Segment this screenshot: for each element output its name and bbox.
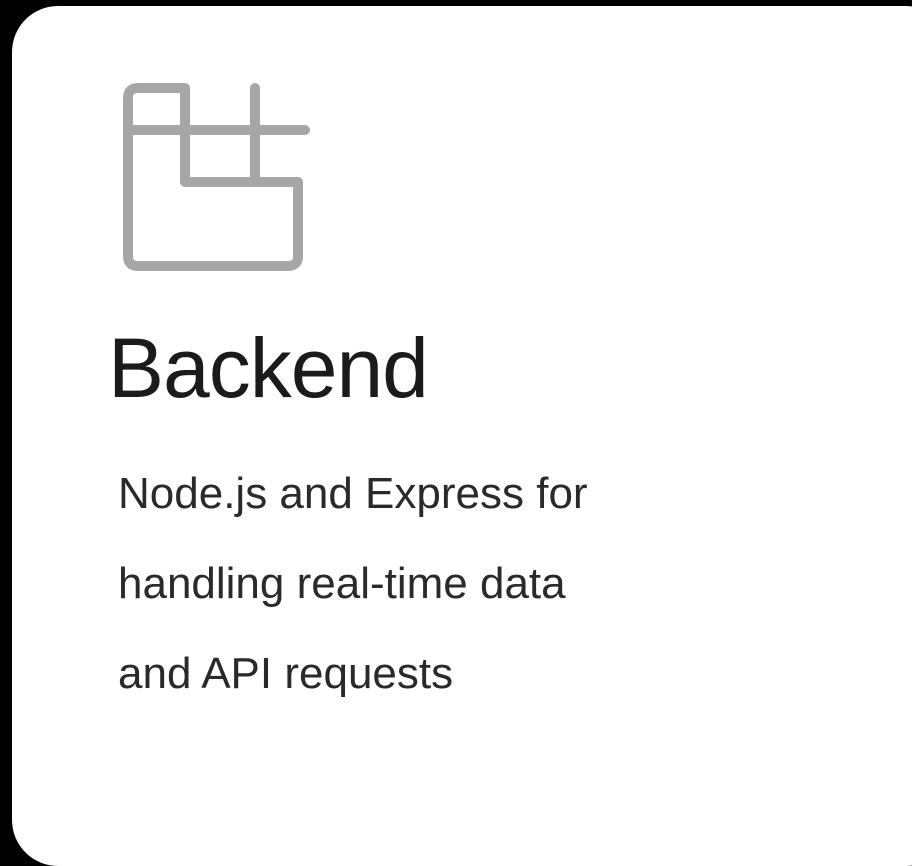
description-line: Node.js and Express for (118, 469, 588, 518)
description-line: handling real-time data (118, 559, 566, 608)
layout-grid-icon (110, 74, 320, 284)
card-description: Node.js and Express for handling real-ti… (118, 449, 758, 719)
card-title: Backend (108, 321, 429, 415)
description-line: and API requests (118, 649, 454, 698)
feature-card: Backend Node.js and Express for handling… (12, 6, 912, 866)
